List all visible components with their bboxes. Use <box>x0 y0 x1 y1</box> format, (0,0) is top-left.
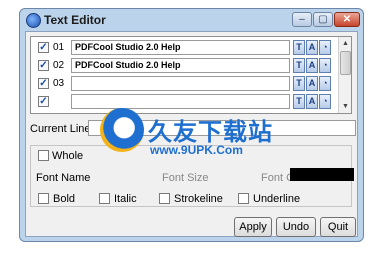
line-text-field[interactable] <box>71 94 290 109</box>
line-checkbox[interactable]: ✓ <box>38 42 49 53</box>
close-button[interactable]: ✕ <box>334 12 360 27</box>
color-format-button[interactable]: ◔ <box>319 58 331 73</box>
line-number: 02 <box>53 60 65 71</box>
line-number: 01 <box>53 42 65 53</box>
underline-label: Underline <box>253 193 301 205</box>
watermark-url: www.9UPK.Com <box>150 143 243 157</box>
font-name-label: Font Name <box>36 172 91 184</box>
text-format-button[interactable]: T <box>293 94 305 109</box>
underline-checkbox[interactable] <box>238 193 249 204</box>
text-format-button[interactable]: T <box>293 58 305 73</box>
color-format-button[interactable]: ◔ <box>319 40 331 55</box>
font-format-button[interactable]: A <box>306 40 318 55</box>
undo-button[interactable]: Undo <box>276 217 316 237</box>
italic-checkbox[interactable] <box>99 193 110 204</box>
app-icon <box>26 13 41 28</box>
line-row: ✓ 01 PDFCool Studio 2.0 Help T A ◔ <box>34 40 339 56</box>
title-bar[interactable]: Text Editor – ▢ ✕ <box>20 9 363 31</box>
text-format-button[interactable]: T <box>293 40 305 55</box>
current-line-label: Current Line <box>30 123 91 135</box>
line-checkbox[interactable]: ✓ <box>38 60 49 71</box>
watermark-logo-icon <box>100 108 144 152</box>
line-text-field[interactable]: PDFCool Studio 2.0 Help <box>71 40 290 55</box>
window-title: Text Editor <box>44 13 106 27</box>
color-format-button[interactable]: ◔ <box>319 76 331 91</box>
scroll-down-icon[interactable]: ▼ <box>340 101 351 112</box>
line-number: 03 <box>53 78 65 89</box>
color-format-button[interactable]: ◔ <box>319 94 331 109</box>
strokeline-checkbox[interactable] <box>159 193 170 204</box>
line-checkbox[interactable]: ✓ <box>38 96 49 107</box>
apply-button[interactable]: Apply <box>234 217 272 237</box>
whole-label: Whole <box>52 150 87 162</box>
bold-checkbox[interactable] <box>38 193 49 204</box>
font-format-button[interactable]: A <box>306 94 318 109</box>
line-text-field[interactable]: PDFCool Studio 2.0 Help <box>71 58 290 73</box>
font-color-swatch[interactable] <box>290 168 354 181</box>
bold-label: Bold <box>53 193 76 205</box>
italic-label: Italic <box>114 193 137 205</box>
line-row: ✓ 02 PDFCool Studio 2.0 Help T A ◔ <box>34 58 339 74</box>
font-format-button[interactable]: A <box>306 76 318 91</box>
watermark: 久友下载站 www.9UPK.Com <box>100 108 320 168</box>
font-format-button[interactable]: A <box>306 58 318 73</box>
lines-scrollbar[interactable]: ▲ ▼ <box>338 37 351 113</box>
quit-button[interactable]: Quit <box>320 217 356 237</box>
line-checkbox[interactable]: ✓ <box>38 78 49 89</box>
whole-checkbox[interactable] <box>38 150 49 161</box>
scroll-thumb[interactable] <box>340 51 351 75</box>
lines-list: ✓ 01 PDFCool Studio 2.0 Help T A ◔ ✓ 02 … <box>30 36 352 114</box>
minimize-button[interactable]: – <box>292 12 312 27</box>
watermark-name: 久友下载站 <box>148 118 273 146</box>
scroll-up-icon[interactable]: ▲ <box>340 38 351 49</box>
line-text-field[interactable] <box>71 76 290 91</box>
strokeline-label: Strokeline <box>174 193 223 205</box>
maximize-button[interactable]: ▢ <box>313 12 333 27</box>
text-format-button[interactable]: T <box>293 76 305 91</box>
font-size-label: Font Size <box>162 172 209 184</box>
line-row: ✓ 03 T A ◔ <box>34 76 339 92</box>
